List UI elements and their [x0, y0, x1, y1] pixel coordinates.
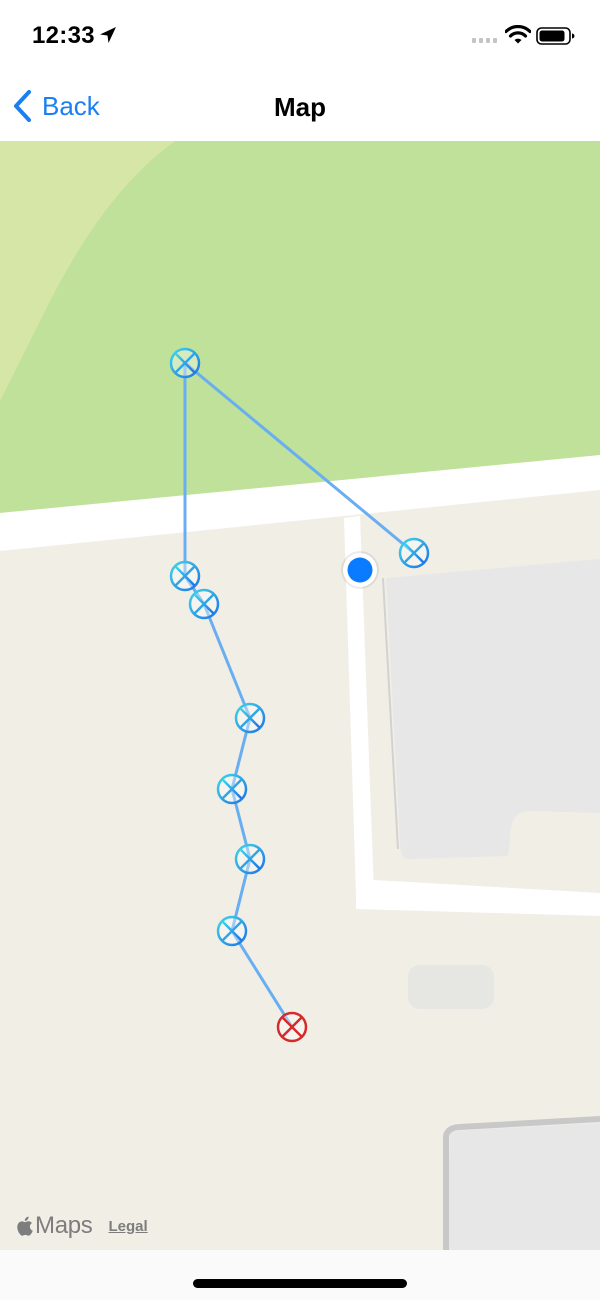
waypoint-marker[interactable] [169, 560, 201, 592]
apple-logo-icon [17, 1216, 33, 1236]
map-view[interactable] [0, 141, 600, 1250]
user-location-dot[interactable] [341, 551, 379, 589]
home-indicator[interactable] [193, 1279, 407, 1288]
waypoint-marker[interactable] [188, 588, 220, 620]
maps-brand-text: Maps [35, 1212, 93, 1239]
waypoint-marker[interactable] [234, 702, 266, 734]
maps-attribution: Maps Legal [16, 1212, 148, 1240]
waypoint-marker[interactable] [216, 773, 248, 805]
home-indicator-area [0, 1250, 600, 1300]
waypoint-marker[interactable] [234, 843, 266, 875]
battery-icon [536, 27, 575, 45]
status-bar: 12:33 [0, 0, 600, 70]
wifi-icon [505, 25, 531, 44]
building [446, 1123, 600, 1250]
waypoint-marker[interactable] [169, 347, 201, 379]
small-building [408, 965, 494, 1009]
location-arrow-icon [100, 27, 116, 43]
legal-link[interactable]: Legal [109, 1218, 148, 1235]
navigation-bar: Back Map [0, 70, 600, 141]
map-canvas[interactable] [0, 141, 600, 1250]
waypoint-marker[interactable] [216, 915, 248, 947]
destination-marker[interactable] [276, 1011, 308, 1043]
status-time: 12:33 [32, 22, 95, 49]
page-title: Map [274, 92, 326, 122]
signal-dots-icon [472, 38, 497, 43]
waypoint-marker[interactable] [398, 537, 430, 569]
